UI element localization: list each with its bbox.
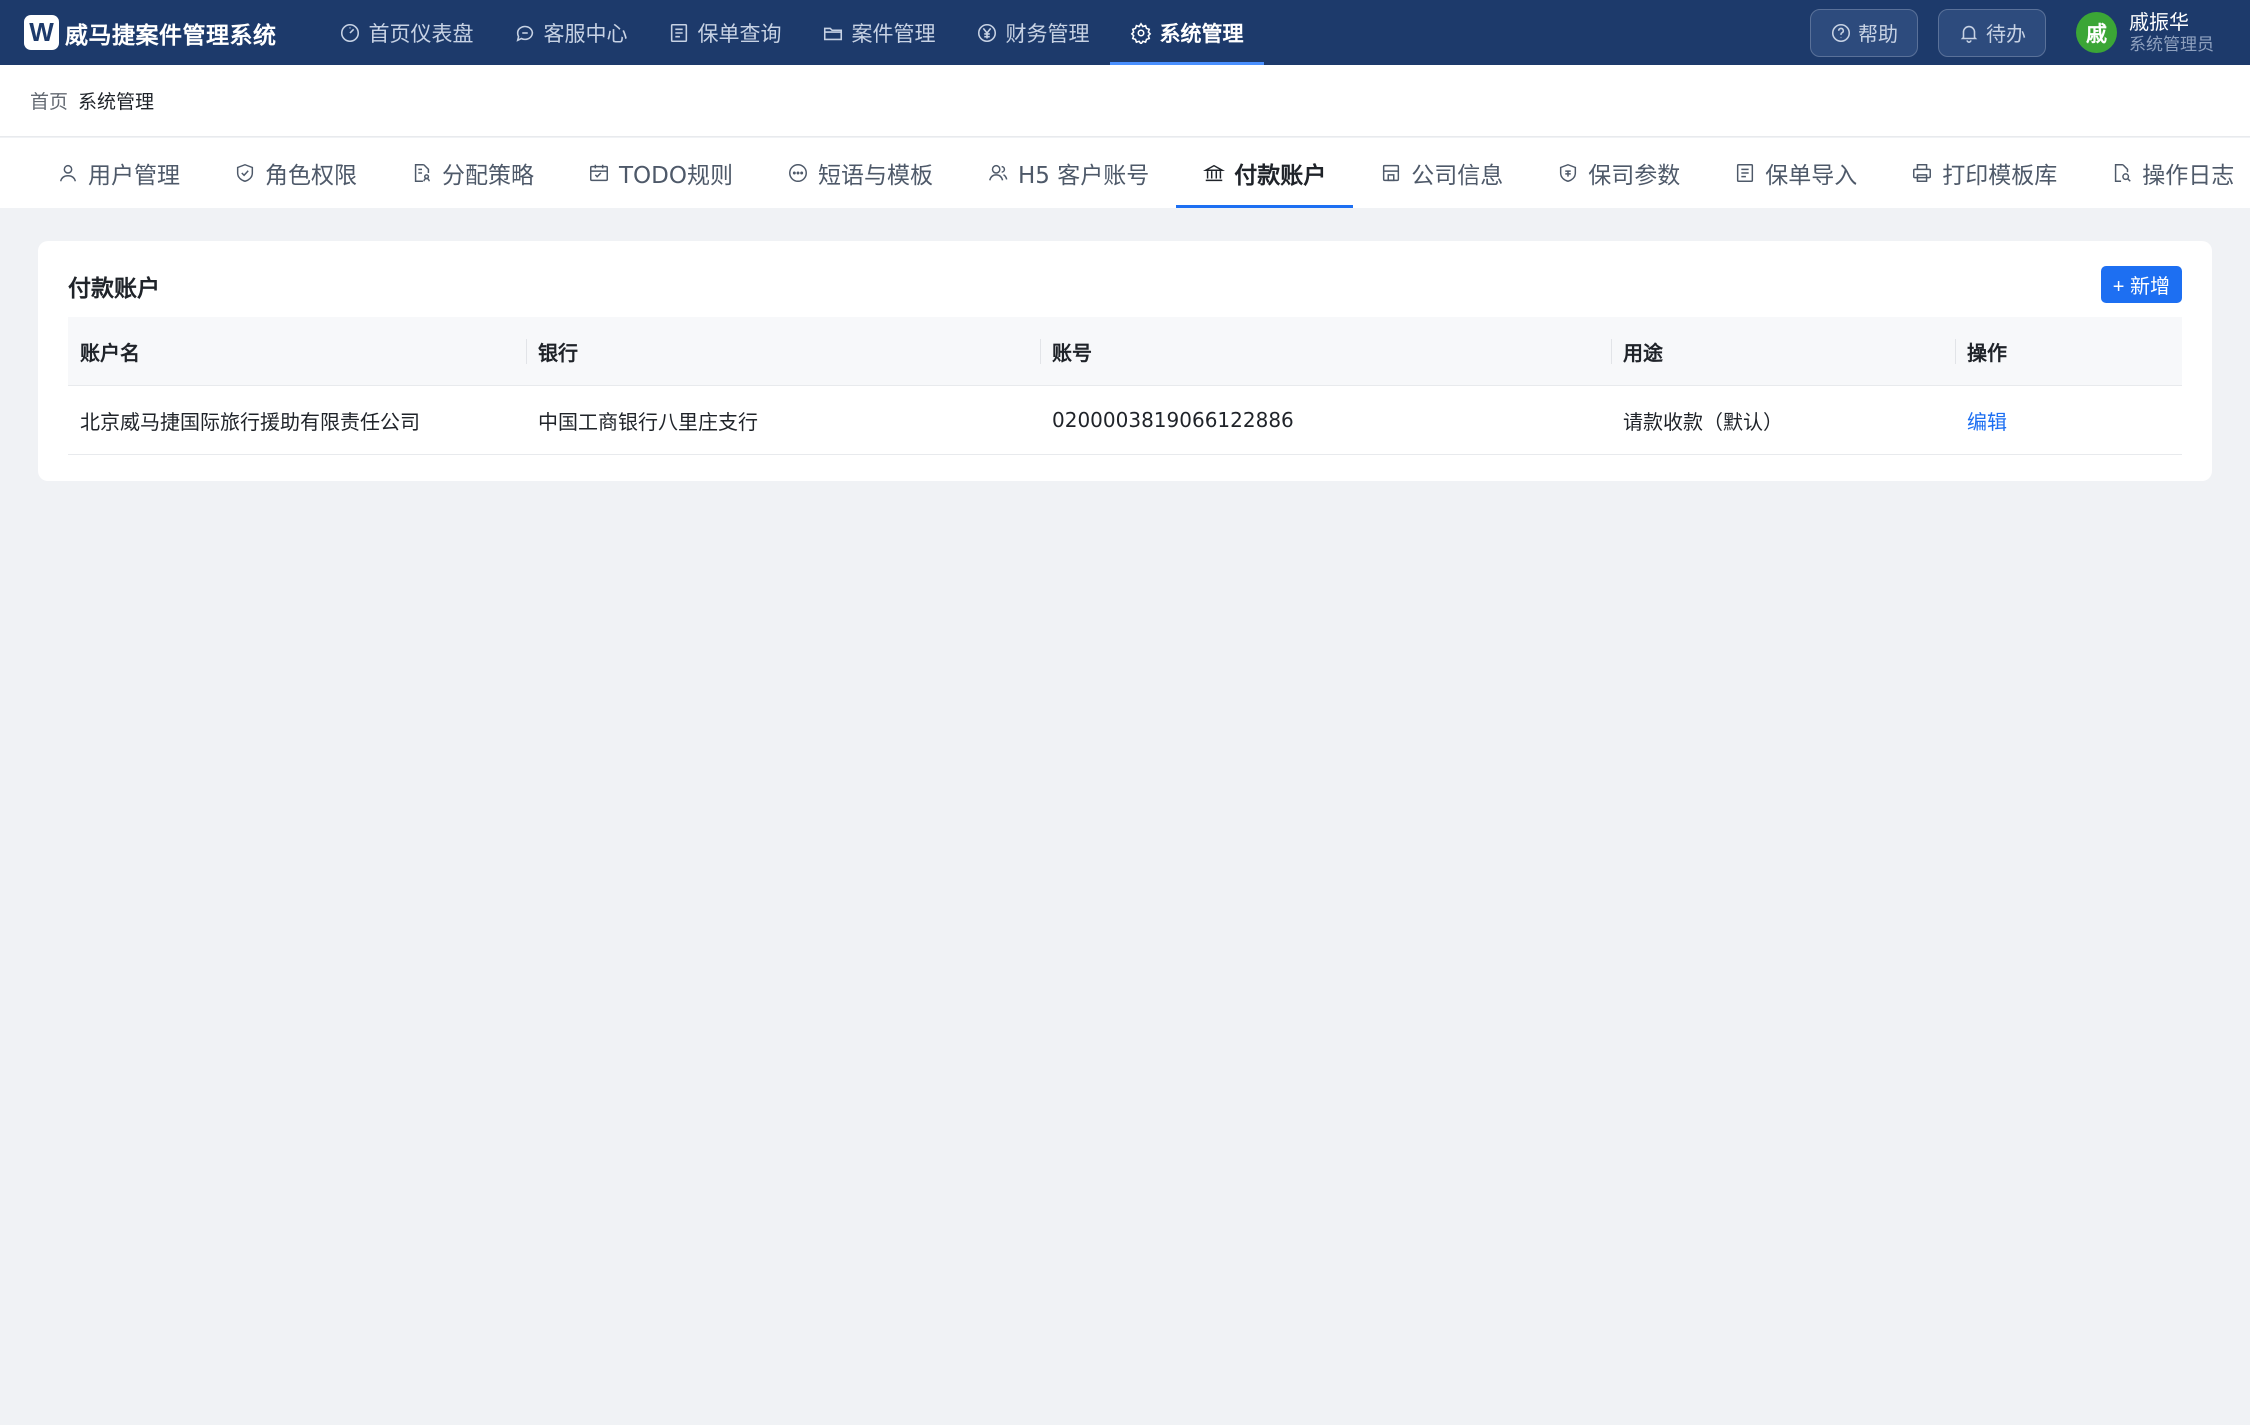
cell-purpose: 请款收款（默认）	[1623, 409, 1783, 434]
tab-label: TODO规则	[619, 163, 733, 189]
tab-label: 打印模板库	[1942, 163, 2058, 189]
column-header: 用途	[1611, 317, 1955, 385]
gear-icon	[1130, 21, 1151, 44]
column-header: 账号	[1040, 317, 1611, 385]
list-icon	[1737, 164, 1754, 182]
tab-label: 公司信息	[1411, 163, 1504, 189]
tab-label: H5 客户账号	[1017, 163, 1150, 189]
topnav-label: 首页仪表盘	[368, 21, 474, 46]
calendar-icon	[590, 164, 608, 182]
dashboard-icon	[340, 23, 359, 42]
tab-payment-accounts[interactable]: 付款账户	[1176, 138, 1354, 208]
tab-label: 角色权限	[265, 163, 357, 189]
cell-account-number: 0200003819066122886	[1052, 408, 1294, 432]
doc-search-icon	[2115, 164, 2131, 182]
tab-policy-import[interactable]: 保单导入	[1707, 138, 1884, 208]
accounts-table: 账户名 银行 账号 用途 操作 北京威马捷国际旅行援助有限责任公司 中国工商银行…	[68, 317, 2182, 455]
topnav-policy[interactable]: 保单查询	[648, 0, 802, 65]
user-info: 戚振华 系统管理员	[2129, 10, 2214, 56]
card-title: 付款账户	[68, 276, 160, 302]
yen-icon	[977, 23, 996, 42]
top-nav: 首页仪表盘 客服中心 保单查询 案件管理 财务管理 系统管理	[319, 0, 1264, 65]
table-header: 账户名 银行 账号 用途 操作	[68, 317, 2182, 386]
tab-assignment-strategy[interactable]: 分配策略	[384, 138, 561, 208]
bank-icon	[1203, 164, 1226, 182]
user-icon	[59, 164, 77, 182]
tab-phrases-templates[interactable]: 短语与模板	[760, 138, 960, 208]
table-row: 北京威马捷国际旅行援助有限责任公司 中国工商银行八里庄支行 0200003819…	[68, 386, 2182, 455]
add-account-button[interactable]: + 新增	[2100, 266, 2182, 303]
bell-icon	[1960, 25, 1978, 43]
building-icon	[1383, 164, 1400, 182]
message-icon	[788, 164, 807, 182]
app-logo: W	[24, 15, 59, 50]
tab-company-info[interactable]: 公司信息	[1353, 138, 1530, 208]
cell-bank: 中国工商银行八里庄支行	[538, 409, 758, 434]
edit-link[interactable]: 编辑	[1967, 406, 2007, 435]
tab-label: 操作日志	[2142, 163, 2235, 189]
tab-todo-rules[interactable]: TODO规则	[561, 138, 760, 208]
topnav-label: 保单查询	[697, 21, 782, 46]
sub-tabs: 用户管理 角色权限 分配策略 TODO规则 短语与模板 H5 客户账号 付款账户…	[0, 138, 2250, 208]
todo-button[interactable]: 待办	[1938, 8, 2046, 57]
shield-check-icon	[236, 163, 254, 183]
tab-label: 付款账户	[1234, 163, 1327, 189]
tab-operation-logs[interactable]: 操作日志	[2084, 138, 2250, 208]
doc-person-icon	[414, 164, 431, 182]
chat-icon	[515, 25, 533, 42]
payment-accounts-card: 付款账户 + 新增 账户名 银行 账号 用途 操作 北京威马捷国际旅行援助有限责…	[38, 241, 2212, 481]
tab-print-templates[interactable]: 打印模板库	[1884, 138, 2084, 208]
tab-label: 分配策略	[442, 163, 534, 189]
tab-label: 短语与模板	[817, 163, 933, 189]
brand[interactable]: W 威马捷案件管理系统	[24, 15, 277, 50]
todo-label: 待办	[1986, 22, 2026, 46]
help-label: 帮助	[1858, 22, 1898, 46]
column-header: 账户名	[80, 340, 140, 365]
folder-icon	[823, 27, 842, 40]
topnav-label: 案件管理	[851, 21, 936, 46]
printer-icon	[1913, 164, 1932, 182]
tab-insurer-params[interactable]: 保司参数	[1530, 138, 1707, 208]
topnav-system[interactable]: 系统管理	[1109, 0, 1264, 65]
cell-action: 编辑	[1955, 386, 2182, 454]
shield-badge-icon	[1560, 163, 1577, 183]
breadcrumb-home[interactable]: 首页	[30, 87, 68, 114]
column-header: 银行	[526, 317, 1040, 385]
breadcrumb-current: 系统管理	[78, 91, 155, 113]
users-icon	[989, 164, 1008, 181]
tab-user-management[interactable]: 用户管理	[30, 138, 207, 208]
topnav-service[interactable]: 客服中心	[494, 0, 648, 65]
topnav-label: 财务管理	[1005, 21, 1090, 46]
cell-account-name: 北京威马捷国际旅行援助有限责任公司	[80, 409, 420, 434]
avatar: 戚	[2076, 12, 2117, 53]
breadcrumb: 首页 系统管理	[0, 65, 2250, 137]
tab-h5-customer-accounts[interactable]: H5 客户账号	[960, 138, 1176, 208]
tab-label: 保单导入	[1765, 163, 1858, 189]
top-bar: W 威马捷案件管理系统 首页仪表盘 客服中心 保单查询 案件管理 财务管理 系统…	[0, 0, 2250, 65]
list-icon	[670, 23, 687, 42]
topbar-right: 帮助 待办 戚 戚振华 系统管理员	[1790, 0, 2214, 65]
topnav-finance[interactable]: 财务管理	[956, 0, 1110, 65]
app-title: 威马捷案件管理系统	[65, 22, 277, 49]
topnav-cases[interactable]: 案件管理	[802, 0, 956, 65]
user-name: 戚振华	[2129, 9, 2189, 34]
topnav-dashboard[interactable]: 首页仪表盘	[319, 0, 494, 65]
column-header: 操作	[1955, 317, 2182, 385]
tab-role-permissions[interactable]: 角色权限	[207, 138, 384, 208]
user-role: 系统管理员	[2129, 34, 2214, 55]
tab-label: 保司参数	[1588, 163, 1681, 189]
user-menu[interactable]: 戚 戚振华 系统管理员	[2076, 10, 2214, 56]
help-icon	[1831, 23, 1851, 42]
topnav-label: 客服中心	[543, 21, 628, 46]
tab-label: 用户管理	[88, 163, 180, 189]
help-button[interactable]: 帮助	[1810, 8, 1918, 57]
topnav-label: 系统管理	[1159, 21, 1244, 46]
